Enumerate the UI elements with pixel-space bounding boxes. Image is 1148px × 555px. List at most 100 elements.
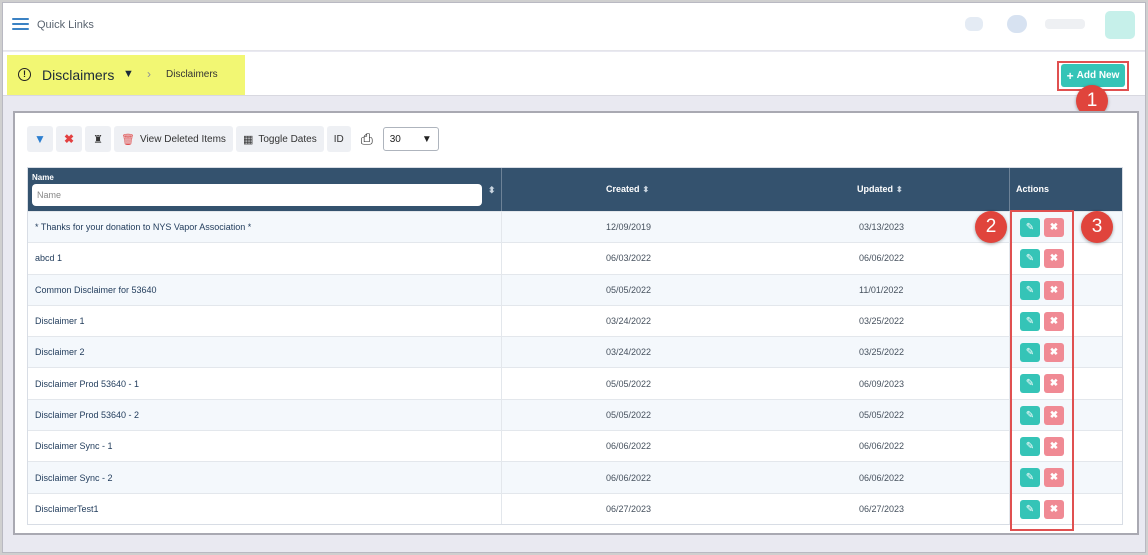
add-new-label: Add New [1076, 70, 1120, 81]
row-name: Disclaimer 1 [28, 305, 502, 337]
row-updated: 06/06/2022 [859, 441, 905, 452]
column-actions: Actions [1010, 168, 1122, 211]
filter-button[interactable]: ▼ [27, 126, 53, 152]
clear-filter-button[interactable]: ✖ [56, 126, 82, 152]
row-created: 06/06/2022 [606, 441, 652, 452]
row-name-text: Disclaimer 1 [35, 316, 85, 327]
callout-2: 2 [975, 211, 1007, 243]
row-name-text: abcd 1 [35, 253, 63, 264]
row-created: 03/24/2022 [606, 316, 652, 327]
column-name: Name Name ⬍ [28, 168, 502, 211]
notification-icon[interactable] [965, 17, 983, 31]
chevron-right-icon: › [147, 67, 151, 81]
id-button[interactable]: ID [326, 126, 351, 152]
row-created: 05/05/2022 [606, 284, 652, 295]
row-updated: 05/05/2022 [859, 409, 905, 420]
table-row[interactable]: Disclaimer Sync - 2 06/06/2022 06/06/2022 ✎… [28, 461, 1122, 493]
row-dates: 03/24/2022 03/25/2022 [502, 337, 1010, 368]
callout-3: 3 [1081, 211, 1113, 243]
row-updated: 03/25/2022 [859, 316, 905, 327]
profile-button[interactable] [1105, 11, 1135, 39]
table-row[interactable]: DisclaimerTest1 06/27/2023 06/27/2023 ✎ ✖ [28, 492, 1122, 524]
columns-icon: ♜ [93, 133, 103, 146]
table-header: Name Name ⬍ Created ⬍ Updated ⬍ Actions [28, 168, 1122, 211]
row-created: 05/05/2022 [606, 378, 652, 389]
row-name: abcd 1 [28, 243, 502, 274]
table-row[interactable]: Common Disclaimer for 53640 05/05/2022 11/… [28, 273, 1122, 305]
table-row[interactable]: Disclaimer 2 03/24/2022 03/25/2022 ✎ ✖ [28, 336, 1122, 368]
column-updated[interactable]: Updated ⬍ [502, 168, 1010, 211]
row-dates: 05/05/2022 11/01/2022 [502, 274, 1010, 305]
breadcrumb-leaf[interactable]: Disclaimers [166, 69, 218, 80]
column-name-label: Name [32, 173, 54, 182]
chevron-down-icon[interactable]: ▼ [123, 68, 134, 80]
table-row[interactable]: Disclaimer Prod 53640 - 2 05/05/2022 05/05… [28, 398, 1122, 431]
row-created: 06/06/2022 [606, 472, 652, 483]
user-area [925, 11, 1135, 39]
row-name: DisclaimerTest1 [28, 493, 502, 524]
row-updated: 11/01/2022 [859, 284, 904, 295]
grid-toolbar: ▼ ✖ ♜ 🗑 View Deleted Items ▦ Toggle Date… [27, 125, 439, 153]
sort-icon[interactable]: ⬍ [896, 185, 903, 194]
table-row[interactable]: Disclaimer Prod 53640 - 1 05/05/2022 06/09… [28, 367, 1122, 399]
view-deleted-button[interactable]: 🗑 View Deleted Items [114, 126, 233, 152]
menu-icon[interactable] [12, 18, 29, 32]
trash-icon: 🗑 [121, 133, 135, 146]
row-name-text: Disclaimer Prod 53640 - 1 [35, 378, 140, 389]
row-name-text: * Thanks for your donation to NYS Vapor … [35, 222, 252, 233]
toggle-dates-button[interactable]: ▦ Toggle Dates [235, 126, 324, 152]
page-size-select[interactable]: 30 ▼ [382, 127, 439, 151]
user-name [1045, 19, 1085, 29]
row-dates: 05/05/2022 05/05/2022 [502, 399, 1010, 431]
column-updated-label: Updated [857, 184, 893, 194]
app-frame: Quick Links ! Disclaimers ▼ › Disclaimer… [2, 2, 1146, 553]
disclaimers-table: Name Name ⬍ Created ⬍ Updated ⬍ Actions * … [27, 167, 1123, 525]
view-deleted-label: View Deleted Items [139, 133, 226, 145]
add-new-button[interactable]: + Add New [1061, 64, 1125, 87]
table-body: * Thanks for your donation to NYS Vapor … [28, 211, 1122, 524]
print-icon[interactable]: ⎙ [354, 131, 380, 148]
table-row[interactable]: Disclaimer 1 03/24/2022 03/25/2022 ✎ ✖ [28, 304, 1122, 337]
row-name-text: DisclaimerTest1 [35, 503, 99, 514]
row-name-text: Disclaimer Sync - 2 [35, 472, 113, 483]
name-filter-input[interactable]: Name [32, 184, 482, 206]
row-name: Disclaimer Prod 53640 - 2 [28, 399, 502, 431]
row-created: 03/24/2022 [606, 347, 652, 358]
row-name-text: Disclaimer Prod 53640 - 2 [35, 409, 140, 420]
table-row[interactable]: abcd 1 06/03/2022 06/06/2022 ✎ ✖ [28, 242, 1122, 274]
table-row[interactable]: Disclaimer Sync - 1 06/06/2022 06/06/2022 ✎… [28, 430, 1122, 462]
row-name: Disclaimer Sync - 1 [28, 431, 502, 462]
row-updated: 06/06/2022 [859, 253, 905, 264]
row-name: Disclaimer 2 [28, 337, 502, 368]
row-name: Disclaimer Sync - 2 [28, 462, 502, 493]
plus-icon: + [1066, 68, 1074, 83]
table-row[interactable]: * Thanks for your donation to NYS Vapor … [28, 211, 1122, 243]
page-title: Disclaimers [42, 67, 115, 83]
row-dates: 12/09/2019 03/13/2023 [502, 212, 1010, 243]
page-header: ! Disclaimers ▼ › Disclaimers + Add New [3, 52, 1145, 96]
columns-button[interactable]: ♜ [85, 126, 111, 152]
row-name-text: Disclaimer Sync - 1 [35, 441, 113, 452]
quick-links-link[interactable]: Quick Links [37, 19, 94, 31]
row-updated: 06/09/2023 [859, 378, 905, 389]
row-updated: 03/25/2022 [859, 347, 905, 358]
actions-highlight [1010, 210, 1074, 531]
page-size-value: 30 [389, 133, 401, 145]
close-icon: ✖ [63, 132, 75, 146]
row-name: Disclaimer Prod 53640 - 1 [28, 368, 502, 399]
top-bar: Quick Links [3, 3, 1145, 51]
row-created: 06/27/2023 [606, 503, 652, 514]
row-name-text: Disclaimer 2 [35, 347, 85, 358]
row-dates: 06/03/2022 06/06/2022 [502, 243, 1010, 274]
toggle-dates-label: Toggle Dates [258, 133, 317, 145]
filter-icon: ▼ [34, 132, 46, 146]
row-created: 05/05/2022 [606, 409, 652, 420]
id-label: ID [333, 133, 344, 145]
row-created: 12/09/2019 [606, 222, 652, 233]
row-dates: 05/05/2022 06/09/2023 [502, 368, 1010, 399]
row-dates: 06/06/2022 06/06/2022 [502, 431, 1010, 462]
row-updated: 06/27/2023 [859, 503, 905, 514]
breadcrumb: ! Disclaimers ▼ › Disclaimers [7, 55, 245, 95]
sort-icon[interactable]: ⬍ [488, 185, 496, 196]
avatar[interactable] [1007, 15, 1027, 33]
